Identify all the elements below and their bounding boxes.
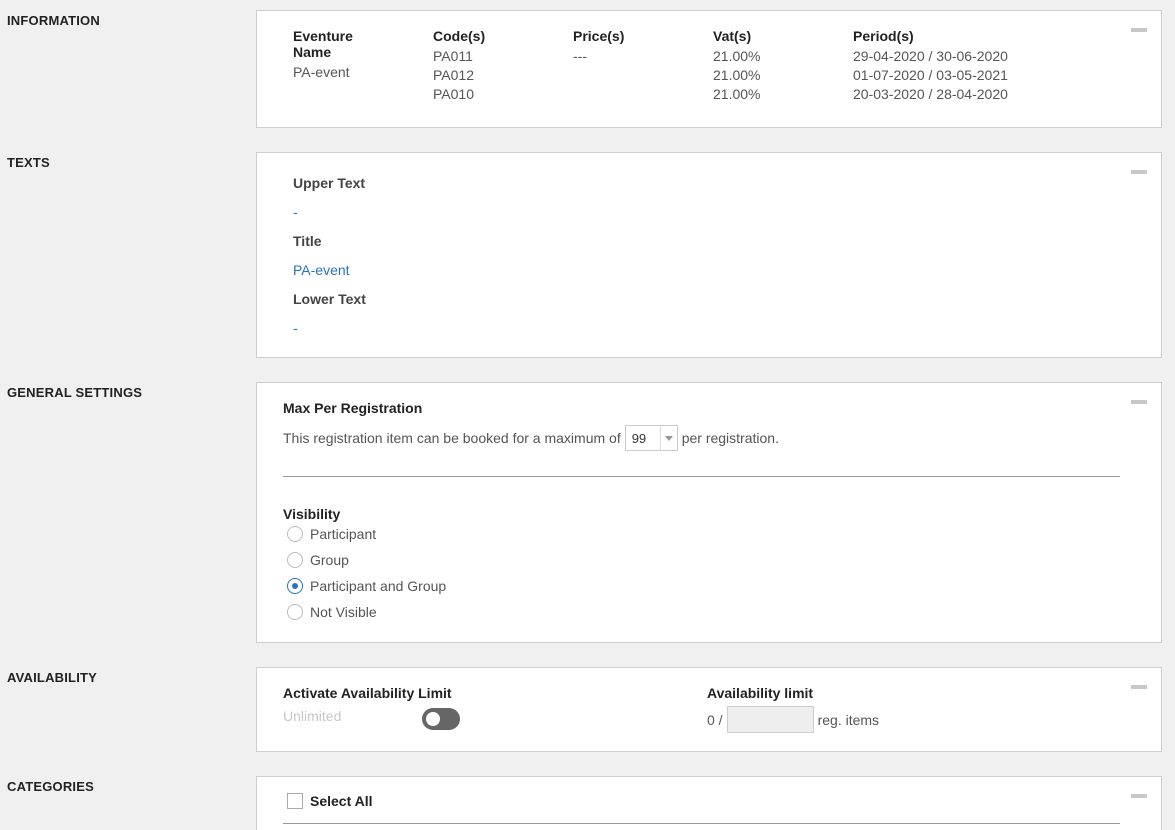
header-prices: Price(s) [573, 28, 625, 44]
radio-group[interactable]: Group [287, 552, 349, 568]
col-periods: Period(s) 29-04-2020 / 30-06-2020 01-07-… [853, 28, 1008, 104]
cell-price: --- [573, 48, 587, 64]
radio-icon[interactable] [287, 526, 303, 542]
radio-label: Participant and Group [310, 578, 447, 594]
activate-availability-limit-label: Activate Availability Limit [283, 685, 452, 701]
availability-toggle[interactable] [422, 708, 460, 730]
max-per-registration-value: 99 [631, 430, 647, 446]
radio-label: Participant [310, 526, 377, 542]
section-label-general-settings: GENERAL SETTINGS [7, 385, 143, 400]
cell-name: PA-event [293, 64, 350, 80]
col-prices: Price(s) --- [573, 28, 624, 66]
categories-panel: Select All [256, 776, 1162, 830]
title-value[interactable]: PA-event [293, 262, 350, 278]
cell-period: 29-04-2020 / 30-06-2020 [853, 48, 1008, 64]
title-label: Title [293, 233, 322, 249]
texts-panel: Upper Text - Title PA-event Lower Text - [256, 152, 1162, 358]
section-label-categories: CATEGORIES [7, 779, 94, 794]
radio-icon[interactable] [287, 604, 303, 620]
cell-vat: 21.00% [713, 48, 761, 64]
availability-unit: reg. items [817, 711, 880, 728]
max-desc-before: This registration item can be booked for… [283, 430, 621, 446]
col-name: Eventure Name PA-event [293, 28, 353, 82]
checkbox-icon[interactable] [287, 793, 303, 809]
select-all-label: Select All [310, 793, 373, 809]
collapse-icon[interactable] [1131, 28, 1147, 32]
divider [283, 476, 1120, 477]
max-desc-after: per registration. [681, 430, 779, 446]
collapse-icon[interactable] [1131, 794, 1147, 798]
availability-limit-row: 0 / reg. items [707, 706, 879, 733]
cell-code: PA011 [433, 48, 473, 64]
max-per-registration-desc: This registration item can be booked for… [283, 425, 779, 451]
max-per-registration-select[interactable]: 99 [624, 425, 678, 451]
max-per-registration-title: Max Per Registration [283, 400, 423, 416]
header-periods: Period(s) [853, 28, 914, 44]
visibility-title: Visibility [283, 506, 341, 522]
cell-period: 01-07-2020 / 03-05-2021 [853, 67, 1008, 83]
section-label-texts: TEXTS [7, 155, 50, 170]
section-label-information: INFORMATION [7, 13, 100, 28]
radio-participant-and-group[interactable]: Participant and Group [287, 578, 446, 594]
cell-vat: 21.00% [713, 67, 761, 83]
availability-limit-label: Availability limit [707, 685, 814, 701]
collapse-icon[interactable] [1131, 170, 1147, 174]
header-codes: Code(s) [433, 28, 486, 44]
availability-current: 0 / [707, 711, 723, 728]
select-all-checkbox[interactable]: Select All [287, 793, 373, 809]
radio-participant[interactable]: Participant [287, 526, 376, 542]
availability-limit-input[interactable] [726, 706, 814, 733]
collapse-icon[interactable] [1131, 685, 1147, 689]
chevron-down-icon[interactable] [659, 426, 677, 450]
radio-icon[interactable] [287, 552, 303, 568]
collapse-icon[interactable] [1131, 400, 1147, 404]
radio-checked-icon[interactable] [287, 578, 303, 594]
radio-label: Not Visible [310, 604, 377, 620]
information-panel: Eventure Name PA-event Code(s) PA011 PA0… [256, 10, 1162, 128]
lower-text-label: Lower Text [293, 291, 366, 307]
header-vats: Vat(s) [713, 28, 752, 44]
lower-text-value[interactable]: - [293, 320, 298, 336]
cell-vat: 21.00% [713, 86, 761, 102]
radio-not-visible[interactable]: Not Visible [287, 604, 377, 620]
divider [283, 823, 1120, 824]
radio-label: Group [310, 552, 349, 568]
cell-code: PA010 [433, 86, 474, 102]
header-name: Eventure Name [293, 28, 353, 60]
cell-code: PA012 [433, 67, 474, 83]
general-settings-panel: Max Per Registration This registration i… [256, 382, 1162, 643]
cell-period: 20-03-2020 / 28-04-2020 [853, 86, 1008, 102]
upper-text-value[interactable]: - [293, 204, 298, 220]
section-label-availability: AVAILABILITY [7, 670, 98, 685]
unlimited-label: Unlimited [283, 708, 342, 724]
availability-panel: Activate Availability Limit Unlimited Av… [256, 667, 1162, 752]
col-vats: Vat(s) 21.00% 21.00% 21.00% [713, 28, 760, 104]
col-codes: Code(s) PA011 PA012 PA010 [433, 28, 485, 104]
upper-text-label: Upper Text [293, 175, 366, 191]
